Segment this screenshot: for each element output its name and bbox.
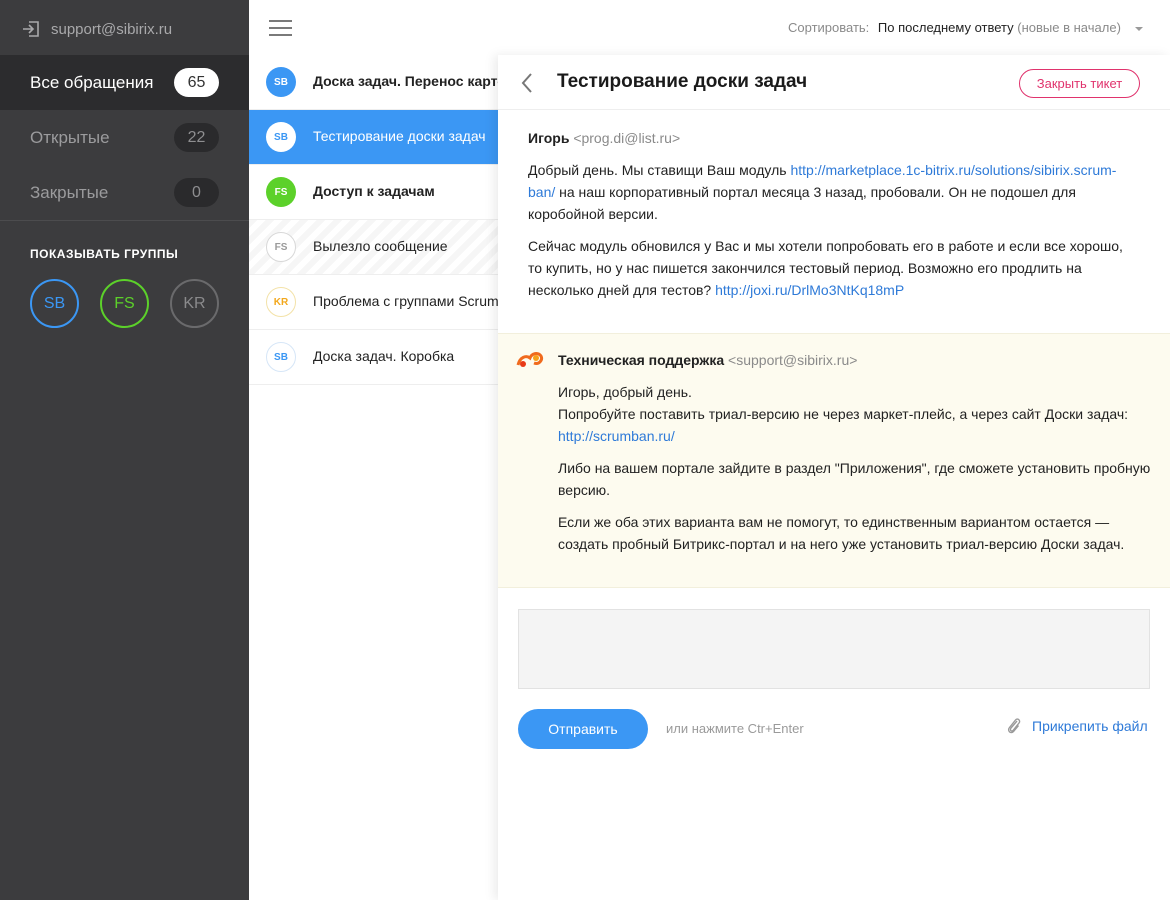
message-author: Игорь <box>528 130 570 146</box>
message-email: <prog.di@list.ru> <box>573 130 681 146</box>
nav-count-badge: 0 <box>174 178 219 207</box>
sidebar-divider <box>0 220 249 221</box>
menu-icon[interactable] <box>269 18 292 38</box>
customer-message: Игорь <prog.di@list.ru> Добрый день. Мы … <box>528 127 1140 301</box>
nav-all-tickets[interactable]: Все обращения 65 <box>0 55 249 110</box>
message-link[interactable]: http://scrumban.ru/ <box>558 428 675 444</box>
ticket-detail: Тестирование доски задач Закрыть тикет И… <box>498 55 1170 900</box>
detail-header: Тестирование доски задач Закрыть тикет <box>498 55 1170 110</box>
message-email: <support@sibirix.ru> <box>728 352 858 368</box>
groups-title: ПОКАЗЫВАТЬ ГРУППЫ <box>30 247 179 261</box>
chevron-down-icon <box>1134 26 1143 31</box>
ticket-list: SB Доска задач. Перенос карточек SB Тест… <box>249 0 498 900</box>
send-button[interactable]: Отправить <box>518 709 648 749</box>
nav-closed-tickets[interactable]: Закрытые 0 <box>0 165 249 220</box>
ticket-subject: Вылезло сообщение <box>313 238 448 254</box>
group-toggle-kr[interactable]: KR <box>170 279 219 328</box>
ticket-subject: Доступ к задачам <box>313 183 435 199</box>
ticket-row[interactable]: FS Вылезло сообщение <box>249 220 498 275</box>
avatar: SB <box>266 342 296 372</box>
group-toggle-fs[interactable]: FS <box>100 279 149 328</box>
nav-count-badge: 65 <box>174 68 219 97</box>
ticket-title: Тестирование доски задач <box>557 71 808 92</box>
send-hint: или нажмите Ctr+Enter <box>666 721 804 736</box>
avatar: FS <box>266 232 296 262</box>
avatar: SB <box>266 122 296 152</box>
sidebar: support@sibirix.ru Все обращения 65 Откр… <box>0 0 249 900</box>
sort-label: Сортировать: <box>788 20 870 35</box>
message-author: Техническая поддержка <box>558 352 725 368</box>
ticket-row[interactable]: SB Тестирование доски задач <box>249 110 498 165</box>
account-email: support@sibirix.ru <box>51 20 173 38</box>
avatar: FS <box>266 177 296 207</box>
message-paragraph: Сейчас модуль обновился у Вас и мы хотел… <box>528 238 1123 298</box>
ticket-subject: Проблема с группами Scrum <box>313 293 498 309</box>
ticket-row[interactable]: FS Доступ к задачам <box>249 165 498 220</box>
nav-count-badge: 22 <box>174 123 219 152</box>
attach-label: Прикрепить файл <box>1032 718 1148 734</box>
message-link[interactable]: http://joxi.ru/DrlMo3NtKq18mP <box>715 282 904 298</box>
message-paragraph: Игорь, добрый день. Попробуйте поставить … <box>558 384 1129 444</box>
support-message: Техническая поддержка <support@sibirix.r… <box>498 333 1170 588</box>
ticket-row[interactable]: SB Доска задач. Перенос карточек <box>249 55 498 110</box>
ticket-row[interactable]: KR Проблема с группами Scrum <box>249 275 498 330</box>
nav-open-tickets[interactable]: Открытые 22 <box>0 110 249 165</box>
paperclip-icon <box>1007 718 1021 734</box>
avatar: SB <box>266 67 296 97</box>
sibirix-logo-icon <box>516 352 543 367</box>
sort-value: По последнему ответу <box>877 20 1014 35</box>
ticket-subject: Доска задач. Перенос карточек <box>313 73 498 89</box>
reply-input[interactable] <box>518 609 1150 689</box>
nav-label: Открытые <box>30 127 110 147</box>
attach-file-button[interactable]: Прикрепить файл <box>1006 716 1148 736</box>
ticket-row[interactable]: SB Доска задач. Коробка <box>249 330 498 385</box>
group-toggle-sb[interactable]: SB <box>30 279 79 328</box>
message-paragraph: Добрый день. Мы ставищи Ваш модуль http:… <box>528 162 1117 222</box>
nav-label: Все обращения <box>30 72 154 92</box>
ticket-subject: Тестирование доски задач <box>313 128 486 144</box>
login-icon <box>23 21 39 37</box>
back-icon[interactable] <box>520 72 534 94</box>
sort-hint: (новые в начале) <box>1017 20 1121 35</box>
account[interactable]: support@sibirix.ru <box>21 18 172 40</box>
nav-label: Закрытые <box>30 182 109 202</box>
sort-control[interactable]: Сортировать: По последнему ответу (новые… <box>788 20 1143 35</box>
message-paragraph: Либо на вашем портале зайдите в раздел "… <box>558 460 1151 498</box>
ticket-subject: Доска задач. Коробка <box>313 348 455 364</box>
avatar: KR <box>266 287 296 317</box>
message-paragraph: Если же оба этих варианта вам не помогут… <box>558 514 1125 552</box>
close-ticket-button[interactable]: Закрыть тикет <box>1019 69 1140 98</box>
